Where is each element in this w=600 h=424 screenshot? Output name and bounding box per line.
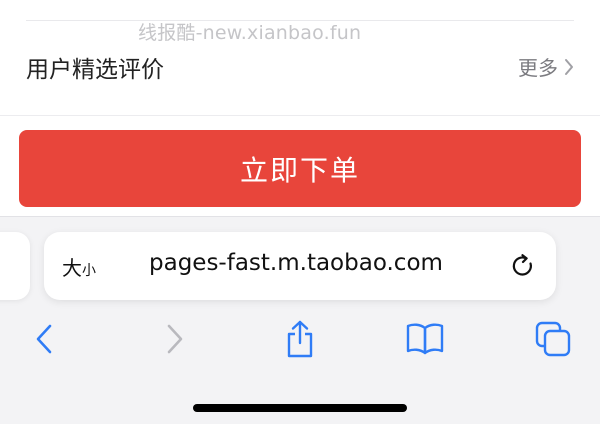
text-size-button[interactable]: 大小 — [62, 252, 96, 281]
text-size-small-label: 小 — [82, 263, 96, 279]
buy-now-button[interactable]: 立即下单 — [19, 130, 581, 207]
home-indicator — [193, 404, 407, 412]
tabs-icon[interactable] — [533, 317, 573, 361]
browser-toolbar: 大小 pages-fast.m.taobao.com — [0, 216, 600, 424]
reviews-more-link[interactable]: 更多 — [518, 52, 574, 81]
reviews-title: 用户精选评价 — [26, 57, 164, 83]
previous-tab-peek[interactable] — [0, 232, 30, 300]
chevron-right-icon — [564, 58, 574, 76]
bookmarks-icon[interactable] — [405, 317, 445, 361]
back-icon[interactable] — [24, 317, 64, 361]
reviews-row: 用户精选评价 更多 — [0, 40, 600, 92]
url-text: pages-fast.m.taobao.com — [149, 250, 443, 276]
forward-icon[interactable] — [155, 317, 195, 361]
section-divider — [0, 115, 600, 116]
reload-icon[interactable] — [509, 252, 537, 280]
address-bar[interactable]: 大小 pages-fast.m.taobao.com — [44, 232, 556, 300]
reviews-more-label: 更多 — [518, 56, 558, 80]
text-size-large-label: 大 — [62, 256, 82, 280]
share-icon[interactable] — [280, 317, 320, 361]
